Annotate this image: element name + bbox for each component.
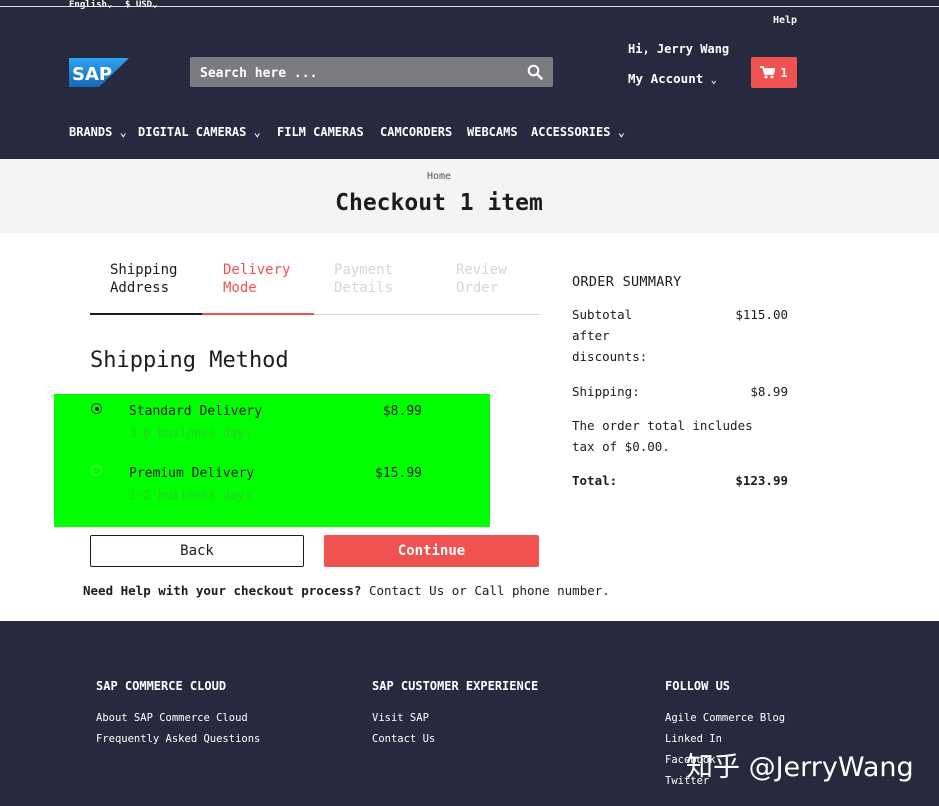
back-button[interactable]: Back: [90, 535, 304, 567]
total-label: Total:: [572, 473, 618, 488]
greeting: Hi, Jerry Wang: [628, 42, 730, 56]
nav-label: ACCESSORIES: [531, 125, 611, 139]
subtotal-label-line: after: [572, 328, 610, 343]
footer-link[interactable]: Visit SAP: [372, 712, 429, 724]
nav-digital-cameras[interactable]: DIGITAL CAMERAS ⌄: [138, 125, 261, 139]
help-contact[interactable]: Contact Us or Call phone number.: [361, 583, 610, 598]
step-shipping-address[interactable]: Shipping Address: [110, 261, 177, 297]
page-title: Checkout 1 item: [335, 190, 543, 216]
help-link[interactable]: Help: [773, 15, 797, 26]
search-box: [190, 57, 553, 89]
shipping-options-highlight: [54, 394, 490, 527]
subtotal-label: Subtotal after discounts:: [572, 304, 647, 367]
chevron-down-icon: ⌄: [119, 125, 127, 139]
total-value: $123.99: [735, 473, 788, 488]
nav-label: WEBCAMS: [467, 125, 518, 139]
option-description: 1-2 business days: [129, 488, 252, 502]
step-label: Delivery: [223, 262, 291, 278]
option-name[interactable]: Standard Delivery: [129, 404, 262, 419]
option-name[interactable]: Premium Delivery: [129, 466, 254, 481]
tax-note-line: The order total includes: [572, 418, 753, 433]
option-price: $8.99: [382, 404, 422, 419]
tax-note: The order total includes tax of $0.00.: [572, 415, 753, 457]
footer-link[interactable]: About SAP Commerce Cloud: [96, 712, 248, 724]
step-label: Review: [456, 262, 507, 278]
step-label: Order: [456, 280, 499, 296]
footer-link[interactable]: Linked In: [665, 733, 722, 745]
my-account-label: My Account: [628, 71, 704, 86]
option-description: 3-6 business days: [129, 426, 252, 440]
chevron-down-icon: ⌄: [253, 125, 261, 139]
watermark: 知乎 @JerryWang: [686, 752, 914, 783]
help-question: Need Help with your checkout process?: [83, 583, 362, 598]
step-review-order: Review Order: [456, 261, 507, 297]
step-label: Shipping: [110, 262, 178, 278]
chevron-down-icon: ⌄: [106, 0, 113, 10]
language-label: English: [69, 0, 107, 10]
my-account-menu[interactable]: My Account ⌄: [628, 71, 717, 86]
nav-label: BRANDS: [69, 125, 113, 139]
nav-camcorders[interactable]: CAMCORDERS: [380, 125, 452, 139]
step-label: Address: [110, 280, 170, 296]
language-selector[interactable]: English⌄: [69, 0, 112, 10]
continue-button[interactable]: Continue: [324, 535, 539, 567]
step-label: Payment: [334, 262, 394, 278]
section-title: Shipping Method: [90, 348, 289, 373]
subtotal-label-line: Subtotal: [572, 307, 633, 322]
nav-accessories[interactable]: ACCESSORIES ⌄: [531, 125, 625, 139]
footer-link[interactable]: Agile Commerce Blog: [665, 712, 785, 724]
tax-note-line: tax of $0.00.: [572, 439, 670, 454]
cart-icon: [760, 66, 776, 79]
step-indicator-done: [90, 313, 202, 315]
cart-count: 1: [780, 65, 788, 80]
step-indicator-active: [202, 313, 314, 315]
step-label: Mode: [223, 280, 257, 296]
step-payment-details: Payment Details: [334, 261, 393, 297]
chevron-down-icon: ⌄: [152, 0, 158, 10]
search-input[interactable]: [198, 57, 522, 89]
checkout-help-text: Need Help with your checkout process? Co…: [83, 583, 610, 598]
nav-label: FILM CAMERAS: [277, 125, 364, 139]
step-delivery-mode[interactable]: Delivery Mode: [223, 261, 290, 297]
cart-button[interactable]: 1: [751, 57, 797, 88]
shipping-label: Shipping:: [572, 384, 640, 399]
step-label: Details: [334, 280, 394, 296]
nav-label: CAMCORDERS: [380, 125, 453, 139]
footer-col-title: SAP COMMERCE CLOUD: [96, 679, 227, 693]
shipping-value: $8.99: [750, 384, 788, 399]
chevron-down-icon: ⌄: [617, 125, 625, 139]
radio-standard-delivery[interactable]: [91, 403, 102, 414]
footer-link[interactable]: Frequently Asked Questions: [96, 733, 260, 745]
currency-label: $ USD: [125, 0, 153, 10]
subtotal-value: $115.00: [735, 307, 788, 322]
radio-premium-delivery[interactable]: [91, 465, 102, 476]
search-icon[interactable]: [527, 64, 543, 80]
chevron-down-icon: ⌄: [710, 75, 717, 86]
nav-film-cameras[interactable]: FILM CAMERAS: [277, 125, 364, 139]
nav-label: DIGITAL CAMERAS: [138, 125, 247, 139]
currency-selector[interactable]: $ USD⌄: [125, 0, 158, 10]
nav-webcams[interactable]: WEBCAMS: [467, 125, 518, 139]
order-summary-title: ORDER SUMMARY: [572, 274, 682, 290]
footer-link[interactable]: Contact Us: [372, 733, 435, 745]
option-price: $15.99: [375, 466, 422, 481]
footer-col-title: SAP CUSTOMER EXPERIENCE: [372, 679, 539, 693]
breadcrumb[interactable]: Home: [0, 171, 878, 182]
svg-text:SAP: SAP: [72, 64, 112, 85]
subtotal-label-line: discounts:: [572, 349, 648, 364]
nav-brands[interactable]: BRANDS ⌄: [69, 125, 127, 139]
sap-logo[interactable]: SAP: [69, 58, 129, 87]
footer-col-title: FOLLOW US: [665, 679, 731, 693]
